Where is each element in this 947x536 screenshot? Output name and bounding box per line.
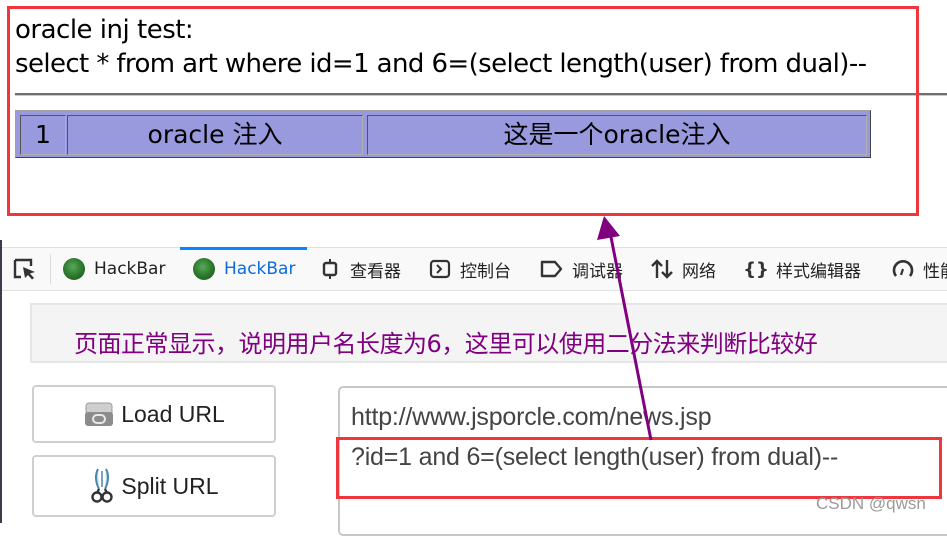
page-content: oracle inj test: select * from art where… bbox=[0, 0, 947, 240]
load-url-button[interactable]: Load URL bbox=[32, 385, 276, 443]
tab-hackbar-2[interactable]: HackBar bbox=[179, 247, 308, 290]
sql-query-text: select * from art where id=1 and 6=(sele… bbox=[15, 49, 867, 79]
console-icon bbox=[428, 257, 452, 281]
tab-label: 性能 bbox=[923, 261, 947, 282]
devtools-tab-bar: HackBar HackBar 查看器 控制台 调试器 网络 {} 样式编辑器 bbox=[2, 247, 947, 291]
scissors-icon bbox=[89, 467, 115, 505]
tab-separator bbox=[50, 254, 51, 284]
annotation-text: 页面正常显示，说明用户名长度为6，这里可以使用二分法来判断比较好 bbox=[74, 330, 818, 358]
cell-title: oracle 注入 bbox=[67, 115, 363, 155]
load-url-label: Load URL bbox=[121, 400, 225, 427]
element-picker-icon[interactable] bbox=[12, 257, 38, 281]
watermark: CSDN @qwsn bbox=[816, 494, 926, 513]
inspector-icon bbox=[318, 257, 342, 281]
tab-label: 查看器 bbox=[350, 261, 401, 282]
url-line-base: http://www.jsporcle.com/news.jsp bbox=[351, 403, 712, 431]
network-icon bbox=[650, 257, 674, 281]
tab-style-editor[interactable]: {} 样式编辑器 bbox=[743, 248, 861, 290]
tab-network[interactable]: 网络 bbox=[650, 248, 716, 290]
load-url-icon bbox=[83, 400, 115, 428]
split-url-button[interactable]: Split URL bbox=[32, 455, 276, 517]
hackbar-logo-icon bbox=[62, 257, 86, 281]
performance-icon bbox=[891, 257, 915, 281]
tab-performance[interactable]: 性能 bbox=[891, 248, 947, 290]
cell-content: 这是一个oracle注入 bbox=[367, 115, 867, 155]
tab-debugger[interactable]: 调试器 bbox=[540, 248, 623, 290]
tab-label: 控制台 bbox=[460, 261, 511, 282]
tab-label: 调试器 bbox=[572, 261, 623, 282]
split-url-label: Split URL bbox=[121, 472, 219, 499]
url-line-payload: ?id=1 and 6=(select length(user) from du… bbox=[351, 443, 839, 471]
tab-label: HackBar bbox=[94, 259, 166, 279]
annotation-banner: 页面正常显示，说明用户名长度为6，这里可以使用二分法来判断比较好 bbox=[30, 303, 947, 363]
tab-hackbar-1[interactable]: HackBar bbox=[62, 248, 165, 290]
tab-console[interactable]: 控制台 bbox=[428, 248, 511, 290]
hackbar-logo-icon bbox=[192, 257, 216, 281]
tab-label: HackBar bbox=[224, 259, 296, 279]
page-title: oracle inj test: bbox=[15, 15, 194, 45]
debugger-icon bbox=[540, 257, 564, 281]
cell-id: 1 bbox=[20, 115, 66, 155]
tab-inspector[interactable]: 查看器 bbox=[318, 248, 401, 290]
horizontal-rule bbox=[15, 93, 947, 96]
result-table: 1 oracle 注入 这是一个oracle注入 bbox=[15, 110, 871, 158]
tab-label: 网络 bbox=[682, 261, 716, 282]
style-editor-icon: {} bbox=[743, 258, 769, 280]
tab-label: 样式编辑器 bbox=[776, 261, 861, 282]
